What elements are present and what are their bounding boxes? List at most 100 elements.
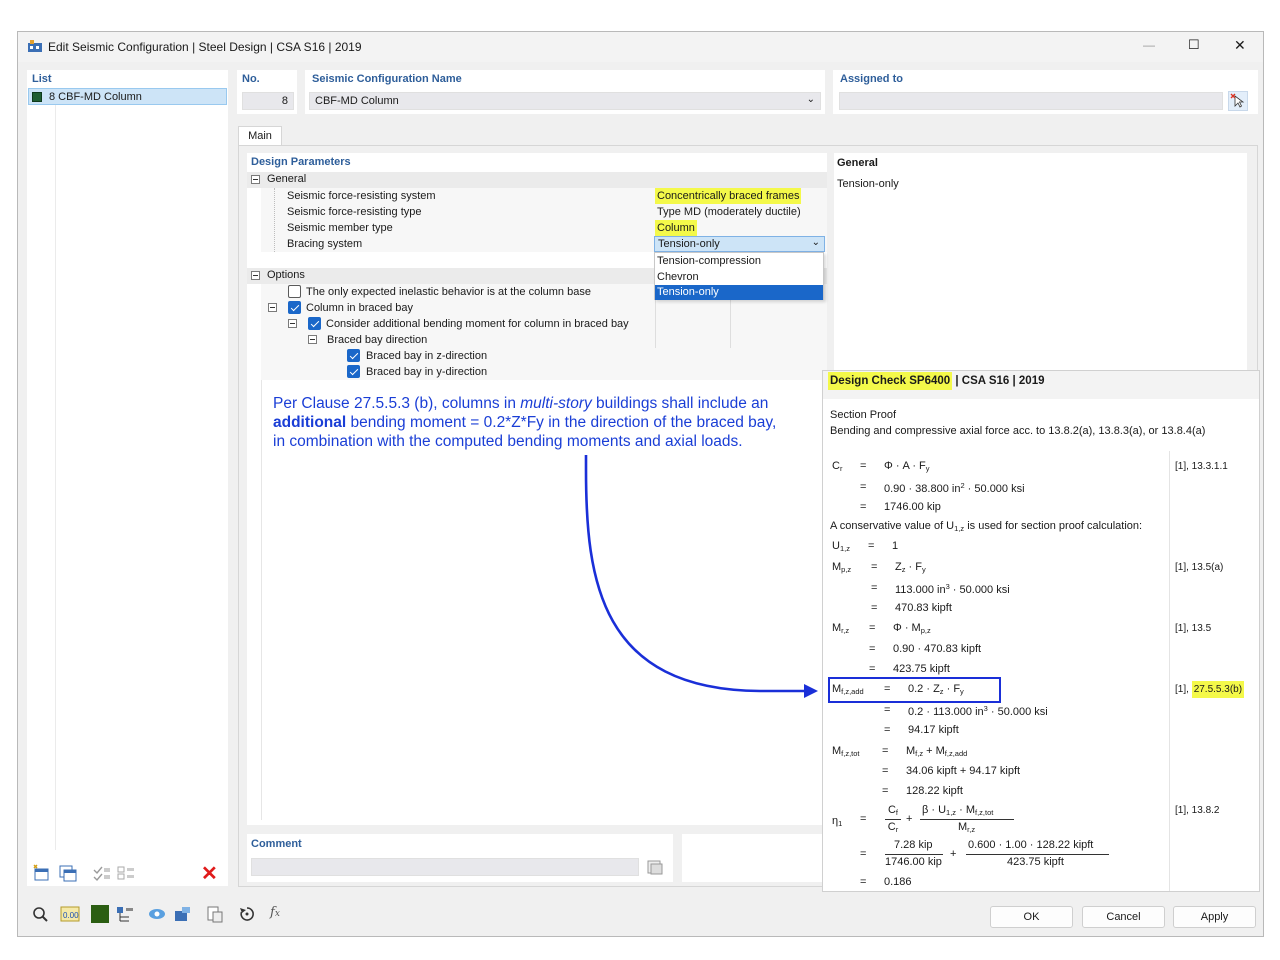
- calc-expression: 0.90 · 470.83 kipft: [893, 643, 982, 655]
- bracing-dropdown: Tension-compression Chevron Tension-only: [654, 252, 824, 300]
- dropdown-option-selected[interactable]: Tension-only: [655, 285, 823, 300]
- maximize-button[interactable]: ☐: [1188, 37, 1200, 53]
- minimize-button[interactable]: —: [1143, 38, 1155, 52]
- no-field[interactable]: 8: [242, 92, 294, 110]
- calc-symbol: Mf,z,add: [832, 683, 864, 696]
- plus-sign: +: [950, 848, 957, 860]
- param-value[interactable]: Column: [655, 220, 697, 236]
- units-icon[interactable]: 0.00: [60, 905, 80, 923]
- calc-expression: Zz · Fy: [895, 561, 926, 574]
- export-icon[interactable]: [173, 905, 193, 923]
- cancel-button[interactable]: Cancel: [1082, 906, 1165, 928]
- collapse-icon[interactable]: [308, 335, 317, 344]
- delete-icon[interactable]: ✕: [201, 861, 218, 886]
- checkbox[interactable]: [288, 285, 301, 298]
- equals-sign: =: [869, 622, 876, 634]
- note-sub: 1,z: [954, 524, 965, 533]
- name-field[interactable]: CBF-MD Column ⌄: [309, 92, 821, 110]
- equals-sign: =: [871, 602, 878, 614]
- structure-icon[interactable]: [115, 905, 135, 923]
- tab-main[interactable]: Main: [238, 126, 282, 146]
- checkbox[interactable]: [308, 317, 321, 330]
- calc-result: 1: [892, 540, 899, 552]
- cr-eq2: 0.90 · 38.800 in: [884, 483, 961, 495]
- close-button[interactable]: ✕: [1234, 37, 1246, 54]
- general-group-label: General: [267, 173, 307, 185]
- info-panel: General Tension-only: [834, 153, 1247, 370]
- formula-icon[interactable]: fx: [270, 905, 290, 923]
- dropdown-option[interactable]: Tension-compression: [655, 253, 823, 269]
- calc-reference: [1], 13.3.1.1: [1175, 461, 1228, 472]
- fraction-denominator: 423.75 kipft: [1007, 856, 1064, 868]
- calc-result: 470.83 kipft: [895, 602, 952, 614]
- select-objects-icon[interactable]: [1228, 91, 1248, 111]
- checkbox[interactable]: [288, 301, 301, 314]
- app-icon: [28, 40, 42, 52]
- check-all-icon[interactable]: [92, 864, 112, 882]
- option-label: Braced bay direction: [327, 334, 428, 346]
- param-value[interactable]: Type MD (moderately ductile): [657, 204, 801, 220]
- param-value[interactable]: Concentrically braced frames: [655, 188, 802, 204]
- option-label: Braced bay in y-direction: [366, 366, 488, 378]
- fraction-denominator: Mr,z: [958, 821, 976, 834]
- general-group-row[interactable]: General: [247, 172, 827, 188]
- annotation-bold: additional: [273, 414, 347, 431]
- cr-eq1: Φ · A · F: [884, 460, 926, 472]
- equals-sign: =: [882, 745, 889, 757]
- document-icon[interactable]: [205, 905, 225, 923]
- design-check-title: Design Check SP6400 | CSA S16 | 2019: [828, 372, 1045, 390]
- list-item-label: 8 CBF-MD Column: [49, 91, 142, 103]
- param-row: Bracing system Tension-only ⌄: [247, 236, 827, 252]
- option-label: Consider additional bending moment for c…: [326, 318, 629, 330]
- param-label: Seismic force-resisting type: [287, 206, 422, 218]
- annotation-emphasis: multi-story: [520, 395, 592, 412]
- chevron-down-icon: ⌄: [811, 237, 820, 248]
- calc-expression: 0.2 · 113.000 in3 · 50.000 ksi: [908, 704, 1048, 718]
- comment-field[interactable]: [251, 858, 639, 876]
- design-check-id: Design Check SP6400: [828, 372, 953, 390]
- collapse-icon[interactable]: [251, 271, 260, 280]
- equals-sign: =: [871, 561, 878, 573]
- equals-sign: =: [871, 582, 878, 594]
- reset-icon[interactable]: [238, 905, 258, 923]
- mpz-eq1: Z: [895, 561, 902, 573]
- view-icon[interactable]: [148, 905, 168, 923]
- bracing-system-select[interactable]: Tension-only ⌄: [654, 236, 825, 252]
- list-item[interactable]: 8 CBF-MD Column: [28, 88, 227, 105]
- checkbox[interactable]: [347, 349, 360, 362]
- annotation-text: Per Clause 27.5.5.3 (b), columns in mult…: [273, 394, 818, 451]
- assigned-field[interactable]: [839, 92, 1223, 110]
- collapse-icon[interactable]: [268, 303, 277, 312]
- options-group-label: Options: [267, 269, 305, 281]
- apply-button[interactable]: Apply: [1173, 906, 1256, 928]
- collapse-icon[interactable]: [288, 319, 297, 328]
- annotation-line3: in combination with the computed bending…: [273, 433, 743, 450]
- calc-expression: Mf,z + Mf,z,add: [906, 745, 968, 758]
- uncheck-all-icon[interactable]: [116, 864, 136, 882]
- svg-text:0.00: 0.00: [63, 911, 79, 920]
- name-field-value: CBF-MD Column: [315, 95, 399, 107]
- comment-library-icon[interactable]: [646, 858, 666, 876]
- ref-prefix: [1],: [1175, 684, 1192, 695]
- param-label: Seismic member type: [287, 222, 393, 234]
- checkbox[interactable]: [347, 365, 360, 378]
- param-label: Bracing system: [287, 238, 363, 250]
- assigned-label: Assigned to: [840, 73, 903, 85]
- no-label: No.: [242, 73, 260, 85]
- equals-sign: =: [860, 876, 867, 888]
- annotation-line1-end: buildings shall include an: [591, 395, 769, 412]
- calc-reference: [1], 13.8.2: [1175, 805, 1220, 816]
- collapse-icon[interactable]: [251, 175, 260, 184]
- new-item-icon[interactable]: [32, 864, 52, 882]
- color-icon[interactable]: [91, 905, 109, 923]
- calc-expression: 34.06 kipft + 94.17 kipft: [906, 765, 1021, 777]
- equals-sign: =: [882, 785, 889, 797]
- design-check-standard: | CSA S16 | 2019: [952, 375, 1045, 387]
- dropdown-option[interactable]: Chevron: [655, 269, 823, 285]
- assigned-panel: Assigned to: [833, 70, 1258, 114]
- ok-button[interactable]: OK: [990, 906, 1073, 928]
- search-icon[interactable]: [31, 905, 51, 923]
- copy-item-icon[interactable]: [58, 864, 78, 882]
- fraction-bar: [920, 819, 1014, 820]
- calc-expression: Φ · A · Fy: [884, 460, 930, 473]
